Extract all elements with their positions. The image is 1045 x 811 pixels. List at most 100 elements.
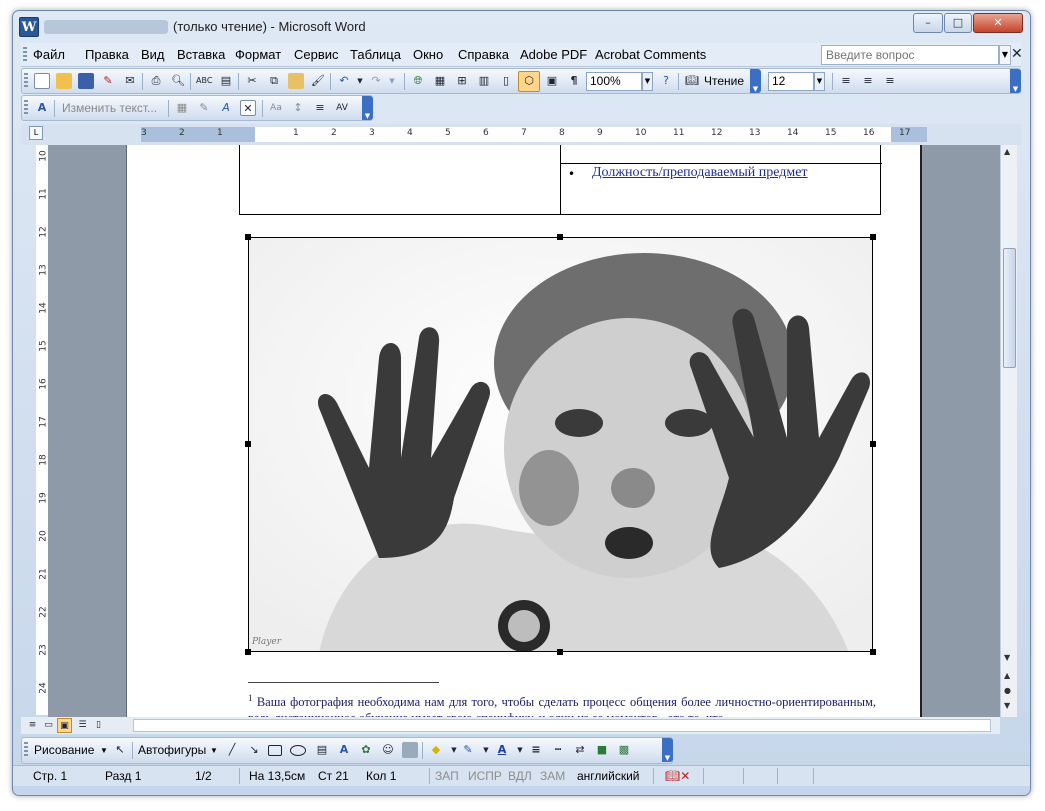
menu-tools[interactable]: Сервис bbox=[294, 47, 339, 62]
format-painter-icon[interactable]: 🖌︎ bbox=[310, 73, 326, 89]
wordart-gallery-icon[interactable]: ▦ bbox=[174, 100, 190, 116]
menu-file[interactable]: Файл bbox=[33, 47, 65, 62]
print-layout-icon[interactable]: ▣ bbox=[57, 718, 72, 733]
menu-table[interactable]: Таблица bbox=[350, 47, 401, 62]
menu-grip[interactable] bbox=[23, 47, 27, 63]
resize-handle[interactable] bbox=[245, 441, 251, 447]
align-right-icon[interactable]: ≡ bbox=[882, 73, 898, 89]
web-layout-icon[interactable]: ▭ bbox=[41, 718, 56, 733]
ask-question-dropdown[interactable]: ▼ bbox=[999, 45, 1011, 65]
next-page-icon[interactable]: ▼ bbox=[1004, 701, 1010, 710]
wordart-toolbar-grip[interactable] bbox=[24, 100, 28, 116]
footnote[interactable]: 1 Ваша фотография необходима нам для тог… bbox=[248, 690, 876, 717]
email-icon[interactable]: ✉ bbox=[122, 73, 138, 89]
hyperlink-icon[interactable]: 🌐︎ bbox=[410, 73, 426, 89]
columns-icon[interactable]: ▯ bbox=[498, 73, 514, 89]
redo-dropdown-icon[interactable]: ▼ bbox=[384, 73, 400, 89]
menu-adobe-pdf[interactable]: Adobe PDF bbox=[520, 47, 587, 62]
toolbar-options-chevron[interactable]: ▼ bbox=[750, 69, 761, 93]
toolbar-grip[interactable] bbox=[24, 73, 28, 89]
font-size-combo[interactable]: 12 bbox=[768, 72, 814, 91]
reading-mode-button[interactable]: Чтение bbox=[704, 74, 744, 88]
print-preview-icon[interactable]: 🔍︎ bbox=[170, 73, 186, 89]
oval-icon[interactable] bbox=[290, 745, 306, 756]
reading-mode-icon[interactable]: 📖︎ bbox=[684, 73, 700, 89]
undo-dropdown-icon[interactable]: ▼ bbox=[352, 73, 368, 89]
maximize-button[interactable]: □ bbox=[944, 13, 972, 33]
horizontal-ruler[interactable]: 3 2 1 1 2 3 4 5 6 7 8 9 10 11 12 13 14 1… bbox=[141, 127, 927, 142]
horizontal-scrollbar[interactable] bbox=[133, 719, 991, 732]
align-left-icon[interactable]: ≡ bbox=[838, 73, 854, 89]
wordart-toolbar-chevron[interactable]: ▼ bbox=[362, 96, 373, 120]
autoshapes-dropdown-icon[interactable]: ▼ bbox=[210, 746, 218, 755]
copy-icon[interactable]: ⧉ bbox=[266, 73, 282, 89]
autoshapes-menu-button[interactable]: Автофигуры bbox=[138, 743, 206, 757]
edit-text-button[interactable]: Изменить текст... bbox=[62, 101, 157, 115]
document-map-icon[interactable]: ▣ bbox=[544, 73, 560, 89]
wordart-shape-icon[interactable]: A bbox=[218, 100, 234, 116]
fill-color-icon[interactable]: ◆ bbox=[428, 742, 444, 758]
spelling-status-icon[interactable]: 📖︎✕ bbox=[665, 769, 690, 783]
status-track-changes[interactable]: ИСПР bbox=[468, 769, 502, 783]
select-browse-object-icon[interactable]: ● bbox=[1004, 686, 1011, 695]
arrow-icon[interactable]: ↘ bbox=[246, 742, 262, 758]
show-hide-icon[interactable]: ¶ bbox=[566, 73, 582, 89]
status-record-macro[interactable]: ЗАП bbox=[435, 769, 459, 783]
line-color-icon[interactable]: ✎ bbox=[460, 742, 476, 758]
tab-selector[interactable]: L bbox=[29, 126, 43, 140]
zoom-combo[interactable]: 100% bbox=[586, 72, 642, 91]
redo-icon[interactable]: ↷ bbox=[368, 73, 384, 89]
ask-question-input[interactable] bbox=[821, 45, 999, 65]
print-icon[interactable]: ⎙ bbox=[148, 73, 164, 89]
minimize-button[interactable]: – bbox=[913, 13, 943, 33]
line-style-icon[interactable]: ≡ bbox=[528, 742, 544, 758]
resize-handle[interactable] bbox=[870, 234, 876, 240]
normal-view-icon[interactable]: ≡ bbox=[25, 718, 40, 733]
child-photo[interactable]: Player bbox=[248, 237, 873, 652]
zoom-dropdown-icon[interactable]: ▼ bbox=[642, 72, 653, 91]
menu-format[interactable]: Формат bbox=[235, 47, 281, 62]
status-overtype[interactable]: ЗАМ bbox=[540, 769, 565, 783]
diagram-icon[interactable]: ✿ bbox=[358, 742, 374, 758]
insert-table-icon[interactable]: ⊞ bbox=[454, 73, 470, 89]
drawing-menu-dropdown-icon[interactable]: ▼ bbox=[100, 746, 108, 755]
menu-edit[interactable]: Правка bbox=[85, 47, 129, 62]
insert-excel-icon[interactable]: ▥ bbox=[476, 73, 492, 89]
resize-handle[interactable] bbox=[870, 649, 876, 655]
drawing-toolbar-chevron[interactable]: ▼ bbox=[662, 738, 673, 762]
permission-icon[interactable]: ✎ bbox=[100, 73, 116, 89]
menu-insert[interactable]: Вставка bbox=[177, 47, 225, 62]
same-letter-heights-icon[interactable]: Aa bbox=[268, 100, 284, 116]
outline-view-icon[interactable]: ☰ bbox=[75, 718, 90, 733]
open-folder-icon[interactable] bbox=[56, 73, 72, 89]
picture-icon[interactable] bbox=[402, 742, 418, 758]
resize-handle[interactable] bbox=[245, 649, 251, 655]
resize-handle[interactable] bbox=[245, 234, 251, 240]
document-close-icon[interactable]: ✕ bbox=[1011, 46, 1023, 62]
dash-style-icon[interactable]: ┅ bbox=[550, 742, 566, 758]
text-box-icon[interactable]: ▤ bbox=[314, 742, 330, 758]
vertical-scroll-thumb[interactable] bbox=[1003, 248, 1016, 368]
character-spacing-icon[interactable]: AV bbox=[334, 100, 350, 116]
wordart-icon[interactable]: A bbox=[336, 742, 352, 758]
3d-style-icon[interactable]: ▩ bbox=[616, 742, 632, 758]
clip-art-icon[interactable]: ☺ bbox=[380, 742, 396, 758]
resize-handle[interactable] bbox=[557, 649, 563, 655]
insert-wordart-icon[interactable]: A bbox=[34, 100, 50, 116]
status-language[interactable]: английский bbox=[577, 769, 639, 783]
scroll-up-icon[interactable]: ▲ bbox=[1004, 147, 1010, 156]
previous-page-icon[interactable]: ▲ bbox=[1004, 671, 1010, 680]
toolbar-options-chevron-2[interactable]: ▼ bbox=[1010, 69, 1021, 93]
text-wrapping-icon[interactable]: ✕ bbox=[240, 100, 256, 116]
document-table[interactable]: • Должность/преподаваемый предмет bbox=[239, 145, 882, 215]
menu-window[interactable]: Окно bbox=[413, 47, 443, 62]
menu-help[interactable]: Справка bbox=[458, 47, 509, 62]
drawing-menu-button[interactable]: Рисование bbox=[34, 743, 94, 757]
resize-handle[interactable] bbox=[557, 234, 563, 240]
line-icon[interactable]: ╱ bbox=[224, 742, 240, 758]
save-icon[interactable] bbox=[78, 73, 94, 89]
menu-view[interactable]: Вид bbox=[141, 47, 165, 62]
undo-icon[interactable]: ↶ bbox=[336, 73, 352, 89]
vertical-text-icon[interactable]: ↕ bbox=[290, 100, 306, 116]
font-color-dropdown-icon[interactable]: ▼ bbox=[512, 742, 528, 758]
